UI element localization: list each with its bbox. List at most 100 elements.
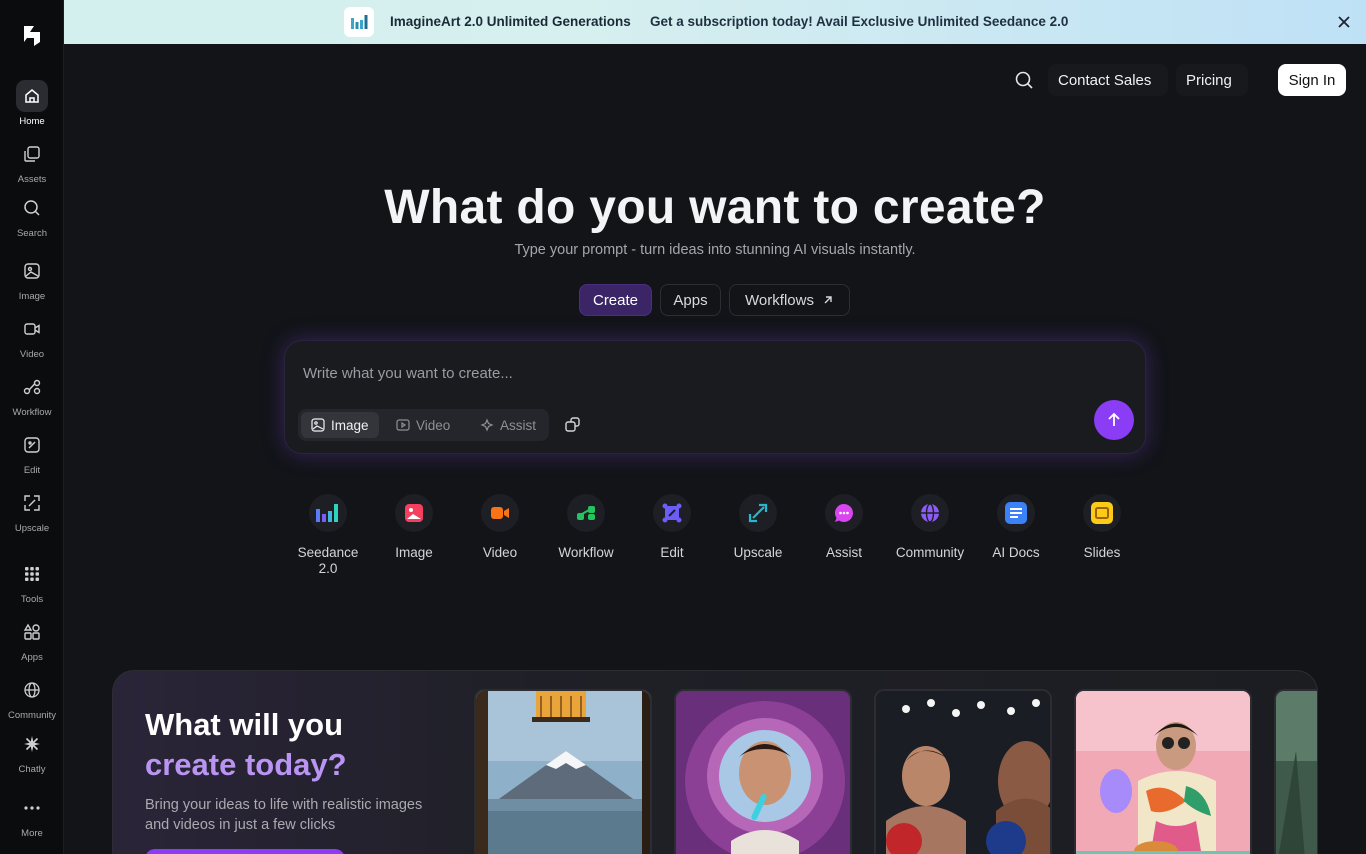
globe-icon bbox=[16, 674, 48, 706]
prompt-box: Image Video Assist bbox=[284, 340, 1146, 454]
tool-label: Seedance 2.0 bbox=[297, 545, 359, 576]
workflow-icon bbox=[16, 371, 48, 403]
attach-icon bbox=[565, 417, 580, 432]
tool-image[interactable]: Image bbox=[374, 494, 454, 561]
tool-label: Assist bbox=[825, 545, 862, 560]
tool-upscale[interactable]: Upscale bbox=[718, 494, 798, 561]
search-button[interactable] bbox=[1012, 68, 1036, 92]
type-label: Assist bbox=[500, 417, 537, 433]
upscale-icon bbox=[739, 494, 777, 532]
type-video-button[interactable]: Video bbox=[386, 412, 460, 438]
sidebar-item-edit[interactable]: Edit bbox=[0, 429, 64, 476]
tab-workflows[interactable]: Workflows bbox=[729, 284, 850, 316]
sidebar-item-tools[interactable]: Tools bbox=[0, 558, 64, 605]
type-assist-button[interactable]: Assist bbox=[470, 412, 546, 438]
promo-card: What will you create today? Bring your i… bbox=[112, 670, 1318, 854]
sparkle-icon bbox=[480, 418, 494, 432]
sidebar-item-label: Image bbox=[18, 291, 46, 302]
tool-label: Workflow bbox=[558, 545, 614, 560]
page-title: What do you want to create? bbox=[384, 181, 1046, 234]
promo-title-line2: create today? bbox=[145, 747, 347, 782]
sidebar-item-video[interactable]: Video bbox=[0, 313, 64, 360]
sidebar-item-label: Tools bbox=[20, 594, 44, 605]
app-logo[interactable] bbox=[18, 22, 46, 50]
prompt-input[interactable] bbox=[303, 361, 1103, 385]
tool-workflow[interactable]: Workflow bbox=[546, 494, 626, 561]
type-image-button[interactable]: Image bbox=[301, 412, 379, 438]
search-icon bbox=[1015, 71, 1033, 89]
sidebar-item-label: Edit bbox=[23, 465, 41, 476]
home-icon bbox=[16, 80, 48, 112]
sidebar-item-home[interactable]: Home bbox=[0, 80, 64, 127]
attach-button[interactable] bbox=[563, 415, 583, 435]
image-icon bbox=[16, 255, 48, 287]
contact-sales-link[interactable]: Contact Sales bbox=[1048, 64, 1168, 96]
sidebar-item-label: Assets bbox=[17, 174, 47, 185]
chat-bubble-icon bbox=[825, 494, 863, 532]
showcase-image-portrait[interactable] bbox=[674, 689, 852, 854]
sidebar-item-community[interactable]: Community bbox=[0, 674, 64, 721]
promo-title: What will you create today? bbox=[145, 705, 347, 785]
send-button[interactable] bbox=[1094, 400, 1134, 440]
tab-apps[interactable]: Apps bbox=[660, 284, 721, 316]
pricing-link[interactable]: Pricing bbox=[1176, 64, 1248, 96]
showcase-image-boxing[interactable] bbox=[874, 689, 1052, 854]
document-icon bbox=[997, 494, 1035, 532]
tool-label: Slides bbox=[1083, 545, 1121, 560]
tool-ai-docs[interactable]: AI Docs bbox=[976, 494, 1056, 561]
tool-assist[interactable]: Assist bbox=[804, 494, 884, 561]
promo-cta-button[interactable] bbox=[145, 849, 345, 854]
sidebar-item-label: Upscale bbox=[14, 523, 50, 534]
tool-label: AI Docs bbox=[992, 545, 1040, 560]
tool-slides[interactable]: Slides bbox=[1062, 494, 1142, 561]
sidebar-item-more[interactable]: More bbox=[0, 792, 64, 839]
tool-label: Video bbox=[482, 545, 518, 560]
tool-label: Community bbox=[895, 545, 965, 560]
sidebar-item-label: Apps bbox=[21, 652, 43, 663]
bar-chart-icon bbox=[309, 494, 347, 532]
sign-in-button[interactable]: Sign In bbox=[1278, 64, 1346, 96]
generation-type-selector: Image Video Assist bbox=[298, 409, 549, 441]
image-icon bbox=[395, 494, 433, 532]
sidebar-item-chatly[interactable]: Chatly bbox=[0, 728, 64, 775]
promo-subtitle: Bring your ideas to life with realistic … bbox=[145, 797, 423, 833]
tool-label: Upscale bbox=[733, 545, 783, 560]
tool-video[interactable]: Video bbox=[460, 494, 540, 561]
sidebar-item-label: Search bbox=[16, 228, 48, 239]
showcase-image-partial[interactable] bbox=[1274, 689, 1317, 854]
sidebar-item-image[interactable]: Image bbox=[0, 255, 64, 302]
promo-title-line1: What will you bbox=[145, 707, 344, 742]
upscale-icon bbox=[16, 487, 48, 519]
sidebar-item-apps[interactable]: Apps bbox=[0, 616, 64, 663]
globe-icon bbox=[911, 494, 949, 532]
sidebar-item-label: Chatly bbox=[18, 764, 46, 775]
image-icon bbox=[311, 418, 325, 432]
sidebar-item-workflow[interactable]: Workflow bbox=[0, 371, 64, 418]
sidebar-item-label: Workflow bbox=[12, 407, 52, 418]
external-link-icon bbox=[824, 296, 832, 304]
close-icon[interactable] bbox=[1334, 12, 1354, 32]
tool-edit[interactable]: Edit bbox=[632, 494, 712, 561]
workflow-icon bbox=[567, 494, 605, 532]
type-label: Video bbox=[416, 417, 451, 433]
bar-chart-icon bbox=[344, 7, 374, 37]
tab-label: Apps bbox=[673, 291, 708, 309]
tab-label: Create bbox=[592, 291, 639, 309]
more-icon bbox=[16, 792, 48, 824]
tab-label: Workflows bbox=[745, 291, 814, 309]
promo-banner[interactable]: ImagineArt 2.0 Unlimited Generations Get… bbox=[64, 0, 1366, 44]
video-camera-icon bbox=[481, 494, 519, 532]
sidebar-item-assets[interactable]: Assets bbox=[0, 138, 64, 185]
tab-create[interactable]: Create bbox=[579, 284, 652, 316]
showcase-image-fashion[interactable] bbox=[1074, 689, 1252, 854]
slides-icon bbox=[1083, 494, 1121, 532]
showcase-image-mountain[interactable] bbox=[474, 689, 652, 854]
tool-seedance[interactable]: Seedance 2.0 bbox=[288, 494, 368, 577]
type-label: Image bbox=[331, 417, 369, 433]
tool-label: Image bbox=[395, 545, 433, 560]
sidebar-item-label: Home bbox=[19, 116, 45, 127]
sidebar-item-search[interactable]: Search bbox=[0, 192, 64, 239]
edit-icon bbox=[653, 494, 691, 532]
tool-community[interactable]: Community bbox=[890, 494, 970, 561]
sidebar-item-upscale[interactable]: Upscale bbox=[0, 487, 64, 534]
